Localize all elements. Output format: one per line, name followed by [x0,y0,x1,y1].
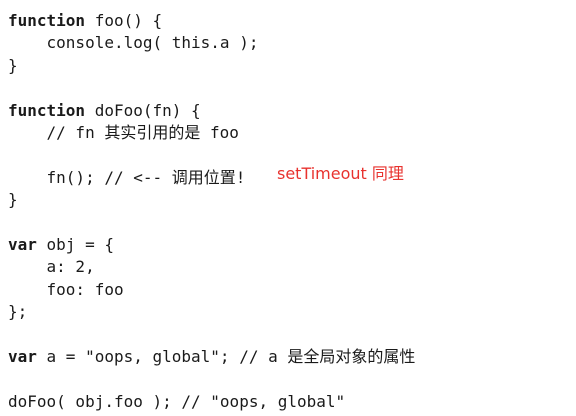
code-line: doFoo( obj.foo ); // "oops, global" [8,391,415,413]
code-line: var a = "oops, global"; // a 是全局对象的属性 [8,346,415,368]
code-text: doFoo( obj.foo ); // "oops, global" [8,391,346,411]
code-text: a = "oops, global"; // a 是全局对象的属性 [36,346,416,366]
code-text: a: 2, [8,257,95,277]
code-keyword: function [8,11,86,30]
code-keyword: var [8,234,37,254]
code-text: foo() { [85,11,163,30]
code-text: } [8,190,18,210]
code-text: }; [8,302,28,322]
code-text: doFoo(fn) { [85,100,201,120]
code-text: console.log( this.a ); [8,33,259,53]
code-line: } [8,189,415,211]
code-block: function foo() { console.log( this.a ); … [8,10,415,413]
code-line: // fn 其实引用的是 foo [8,122,415,144]
code-comment: // fn 其实引用的是 foo [8,122,239,142]
code-line: a: 2, [8,256,415,278]
code-keyword: var [8,346,37,366]
code-line: function foo() { [8,10,415,32]
code-line: var obj = { [8,234,415,256]
code-text: fn(); // <-- 调用位置! [8,167,246,187]
code-text: foo: foo [8,279,124,299]
red-annotation-note: setTimeout 同理 [277,164,404,183]
code-line: foo: foo [8,279,415,301]
code-keyword: function [8,100,86,120]
code-line: } [8,55,415,77]
code-line: function doFoo(fn) { [8,100,415,122]
code-line: }; [8,301,415,323]
code-line: console.log( this.a ); [8,32,415,54]
code-text: } [8,55,18,75]
code-text: obj = { [36,234,114,254]
